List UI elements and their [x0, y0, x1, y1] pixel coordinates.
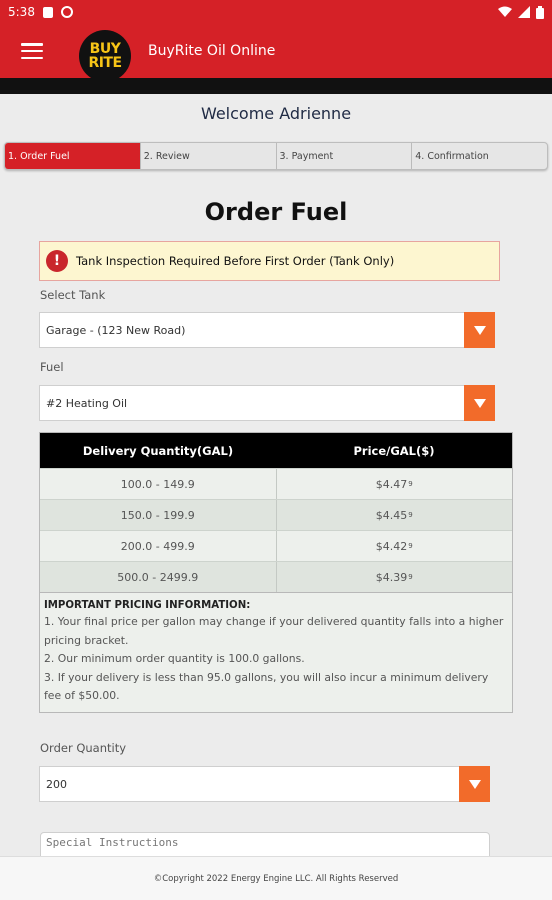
wifi-icon [498, 6, 512, 17]
app-bar: BUY RITE BuyRite Oil Online [0, 24, 552, 82]
pricing-info-title: IMPORTANT PRICING INFORMATION: [44, 600, 251, 611]
status-time: 5:38 [8, 5, 35, 19]
header-price-per-gal: Price/GAL($) [353, 443, 435, 458]
pricing-info-line: 1. Your final price per gallon may chang… [44, 615, 504, 647]
hamburger-menu-icon[interactable] [21, 43, 43, 59]
order-quantity-dropdown[interactable]: 200 [39, 766, 490, 802]
header-divider [0, 78, 552, 94]
select-tank-label: Select Tank [40, 288, 106, 302]
table-row: 100.0 - 149.9 $4.47 9 [40, 468, 512, 499]
fuel-value: #2 Heating Oil [46, 396, 128, 410]
app-title: BuyRite Oil Online [148, 43, 276, 59]
quantity-range: 100.0 - 149.9 [40, 469, 277, 499]
table-row: 500.0 - 2499.9 $4.39 9 [40, 561, 512, 592]
pricing-info-line: 2. Our minimum order quantity is 100.0 g… [44, 652, 305, 665]
order-steps: 1. Order Fuel 2. Review 3. Payment 4. Co… [4, 142, 548, 170]
page-title: Order Fuel [204, 198, 348, 226]
price-cell: $4.47 9 [375, 477, 413, 491]
tank-inspection-alert: ! Tank Inspection Required Before First … [39, 241, 500, 281]
chevron-down-icon[interactable] [464, 385, 495, 421]
price-cell: $4.42 9 [375, 539, 413, 553]
fuel-dropdown[interactable]: #2 Heating Oil [39, 385, 495, 421]
pricing-info: IMPORTANT PRICING INFORMATION: 1. Your f… [40, 592, 512, 712]
pricing-table: Delivery Quantity(GAL) Price/GAL($) 100.… [39, 432, 513, 713]
quantity-range: 500.0 - 2499.9 [40, 562, 277, 592]
buyrite-logo: BUY RITE [79, 30, 131, 82]
battery-icon [536, 5, 544, 19]
welcome-message: Welcome Adrienne [200, 104, 352, 123]
price-cell: $4.39 9 [375, 570, 413, 584]
chevron-down-icon[interactable] [464, 312, 495, 348]
table-row: 150.0 - 199.9 $4.45 9 [40, 499, 512, 530]
signal-icon [518, 6, 530, 18]
notification-icon [42, 6, 53, 18]
quantity-range: 200.0 - 499.9 [40, 531, 277, 561]
pricing-info-line: 3. If your delivery is less than 95.0 ga… [44, 670, 489, 703]
chevron-down-icon[interactable] [459, 766, 490, 802]
sync-icon [60, 6, 73, 18]
status-bar: 5:38 [0, 0, 552, 24]
table-row: 200.0 - 499.9 $4.42 9 [40, 530, 512, 561]
footer-copyright: ©Copyright 2022 Energy Engine LLC. All R… [0, 856, 552, 900]
logo-text-top: BUY [89, 41, 121, 57]
order-quantity-label: Order Quantity [40, 741, 127, 755]
order-quantity-value: 200 [46, 777, 67, 791]
fuel-label: Fuel [40, 360, 64, 374]
logo-text-bottom: RITE [88, 55, 122, 71]
quantity-range: 150.0 - 199.9 [40, 500, 277, 530]
select-tank-dropdown[interactable]: Garage - (123 New Road) [39, 312, 495, 348]
pricing-table-body: 100.0 - 149.9 $4.47 9 150.0 - 199.9 $4.45… [40, 468, 512, 592]
step-review[interactable]: 2. Review [141, 143, 277, 169]
select-tank-value: Garage - (123 New Road) [46, 323, 186, 337]
pricing-table-header: Delivery Quantity(GAL) Price/GAL($) [40, 433, 512, 468]
alert-icon: ! [46, 250, 68, 272]
price-cell: $4.45 9 [375, 508, 413, 522]
step-order-fuel[interactable]: 1. Order Fuel [5, 143, 141, 169]
header-delivery-quantity: Delivery Quantity(GAL) [82, 443, 234, 458]
alert-text: Tank Inspection Required Before First Or… [76, 254, 395, 268]
step-payment[interactable]: 3. Payment [277, 143, 413, 169]
step-confirmation[interactable]: 4. Confirmation [412, 143, 547, 169]
